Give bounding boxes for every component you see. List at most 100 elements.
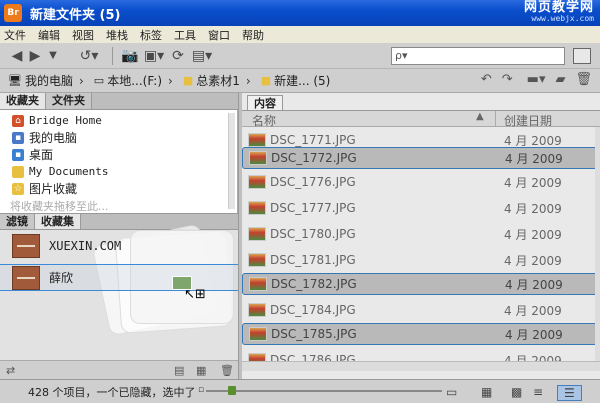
view-list-icon[interactable]: ☰	[557, 385, 582, 401]
tab-filter[interactable]: 滤镜	[0, 214, 35, 229]
menu-help[interactable]: 帮助	[242, 27, 264, 43]
file-name: DSC_1780.JPG	[270, 227, 356, 241]
delete-collection-icon[interactable]: 🗑	[220, 364, 234, 377]
zoom-out-icon[interactable]: ▫	[198, 385, 204, 395]
favorite-label: 图片收藏	[29, 182, 78, 196]
recent-files-icon[interactable]: ↺▾	[72, 46, 106, 66]
image-thumbnail	[248, 133, 266, 147]
file-row-selected[interactable]: DSC_1772.JPG 4 月 2009	[242, 147, 600, 169]
menu-file[interactable]: 文件	[4, 27, 26, 43]
rotate-icon[interactable]: ⟳	[167, 46, 189, 66]
new-collection-icon[interactable]: ▤	[174, 364, 184, 377]
menu-edit[interactable]: 编辑	[38, 27, 60, 43]
file-date: 4 月 2009	[504, 227, 562, 242]
back-arrow-icon[interactable]: ◀	[8, 46, 26, 66]
image-thumbnail	[248, 227, 266, 241]
image-thumbnail	[248, 303, 266, 317]
file-date: 4 月 2009	[505, 327, 563, 342]
computer-icon: 🖥	[8, 74, 22, 87]
path-bar: 🖥 我的电脑 › ▭ 本地...(F:) › ■ 总素材1 › ■ 新建... …	[0, 69, 600, 93]
favorites-scrollbar[interactable]	[228, 113, 235, 209]
rotate-right-icon[interactable]: ↷	[502, 72, 513, 87]
file-date: 4 月 2009	[504, 303, 562, 318]
grid-lock-icon[interactable]: ▦	[481, 385, 492, 399]
tab-collections[interactable]: 收藏集	[35, 214, 81, 229]
file-date: 4 月 2009	[505, 151, 563, 166]
collection-icon	[12, 233, 40, 258]
path-item-drive[interactable]: ▭ 本地...(F:)	[94, 72, 162, 89]
file-row-selected[interactable]: DSC_1782.JPG 4 月 2009	[242, 273, 600, 295]
smart-collection-icon[interactable]: ⇄	[6, 364, 15, 377]
file-name: DSC_1786.JPG	[270, 353, 356, 361]
favorite-label: 我的电脑	[29, 131, 78, 145]
menu-tools[interactable]: 工具	[174, 27, 196, 43]
rotate-left-icon[interactable]: ↶	[481, 72, 492, 87]
file-name: DSC_1784.JPG	[270, 303, 356, 317]
file-name: DSC_1771.JPG	[270, 133, 356, 147]
file-row[interactable]: DSC_1784.JPG 4 月 2009	[242, 299, 600, 321]
horizontal-scrollbar[interactable]	[242, 361, 600, 371]
favorite-pictures[interactable]: ☆ 图片收藏	[12, 180, 237, 197]
file-row-selected[interactable]: DSC_1785.JPG 4 月 2009	[242, 323, 600, 345]
favorites-list: ⌂ Bridge Home ▪ 我的电脑 ▪ 桌面 My Documents ☆…	[0, 110, 238, 213]
new-folder-icon[interactable]: ▰	[555, 72, 565, 87]
path-item-current-folder[interactable]: ■ 新建... (5)	[261, 72, 331, 89]
computer-icon: ▪	[12, 131, 24, 144]
slider-knob[interactable]	[228, 386, 236, 395]
folder-icon	[12, 165, 24, 178]
file-row[interactable]: DSC_1781.JPG 4 月 2009	[242, 249, 600, 271]
tab-folders[interactable]: 文件夹	[46, 93, 92, 109]
compact-mode-icon[interactable]	[573, 48, 591, 64]
sort-ascending-icon[interactable]: ▲	[476, 111, 484, 122]
zoom-in-icon[interactable]: ▭	[446, 385, 457, 399]
collection-label: 薛欣	[49, 271, 74, 285]
left-top-tabs: 收藏夹 文件夹	[0, 93, 238, 110]
file-row[interactable]: DSC_1780.JPG 4 月 2009	[242, 223, 600, 245]
open-in-icon[interactable]: ▤▾	[189, 46, 215, 66]
path-separator: ›	[78, 73, 84, 88]
menu-view[interactable]: 视图	[72, 27, 94, 43]
tab-content[interactable]: 内容	[247, 95, 283, 111]
search-input[interactable]: ρ▾	[391, 47, 565, 65]
new-smart-collection-icon[interactable]: ▦	[196, 364, 206, 377]
forward-arrow-icon[interactable]: ▶	[26, 46, 44, 66]
image-thumbnail	[249, 277, 267, 291]
image-thumbnail	[248, 353, 266, 361]
menu-window[interactable]: 窗口	[208, 27, 230, 43]
desktop-icon: ▪	[12, 148, 24, 161]
file-name: DSC_1776.JPG	[270, 175, 356, 189]
file-date: 4 月 2009	[504, 353, 562, 362]
collections-footer: ⇄ ▤ ▦ 🗑	[0, 360, 238, 379]
delete-icon[interactable]: 🗑	[575, 72, 592, 87]
path-item-computer[interactable]: 🖥 我的电脑	[8, 72, 73, 89]
favorite-my-computer[interactable]: ▪ 我的电脑	[12, 129, 237, 146]
path-label: 新建... (5)	[274, 74, 331, 88]
vertical-scrollbar[interactable]	[595, 127, 600, 361]
bridge-app-icon: Br	[4, 4, 22, 22]
image-thumbnail	[249, 327, 267, 341]
menu-label[interactable]: 标签	[140, 27, 162, 43]
favorite-my-documents[interactable]: My Documents	[12, 163, 237, 180]
file-row[interactable]: DSC_1776.JPG 4 月 2009	[242, 171, 600, 193]
path-label: 总素材1	[196, 74, 240, 88]
view-thumbnails-icon[interactable]: ▩	[511, 385, 522, 399]
main-toolbar: ◀ ▶ ▼ ↺▾ 📷 ▣▾ ⟳ ▤▾ ρ▾	[0, 43, 600, 69]
favorite-desktop[interactable]: ▪ 桌面	[12, 146, 237, 163]
column-divider[interactable]	[495, 111, 496, 127]
view-details-icon[interactable]: ≡	[533, 385, 543, 399]
tab-favorites[interactable]: 收藏夹	[0, 93, 46, 109]
site-watermark-cn: 网页教学网	[523, 0, 594, 15]
file-row[interactable]: DSC_1786.JPG 4 月 2009	[242, 349, 600, 361]
folder-icon: ■	[260, 74, 272, 87]
collection-item[interactable]: XUEXIN.COM	[0, 232, 238, 259]
menu-stacks[interactable]: 堆栈	[106, 27, 128, 43]
history-dropdown-icon[interactable]: ▼	[44, 46, 62, 66]
new-folder-dropdown-icon[interactable]: ▬▾	[527, 72, 546, 87]
refine-icon[interactable]: ▣▾	[141, 46, 167, 66]
file-row[interactable]: DSC_1777.JPG 4 月 2009	[242, 197, 600, 219]
thumbnail-size-slider[interactable]	[206, 386, 442, 395]
path-item-folder[interactable]: ■ 总素材1	[183, 72, 240, 89]
favorite-bridge-home[interactable]: ⌂ Bridge Home	[12, 112, 237, 129]
path-label: 我的电脑	[24, 74, 73, 88]
camera-download-icon[interactable]: 📷	[119, 46, 141, 66]
